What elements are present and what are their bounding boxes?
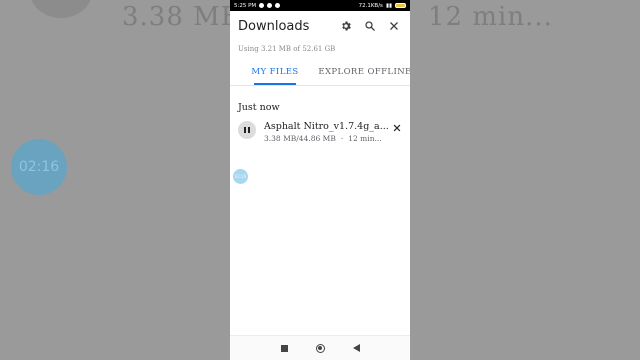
navigation-bar (230, 335, 410, 360)
close-icon (390, 22, 398, 30)
tab-my-files[interactable]: MY FILES (230, 59, 320, 85)
background-eta-text: 12 min... (428, 2, 553, 32)
notification-icon (267, 3, 273, 8)
status-bar: 5:25 PM 72.1KB/s ▮▮ (230, 0, 410, 11)
download-eta: 12 min... (348, 134, 382, 143)
search-button[interactable] (360, 16, 380, 36)
tab-label: EXPLORE OFFLINE (318, 67, 410, 77)
recents-button[interactable] (280, 344, 288, 352)
cancel-download-button[interactable] (390, 121, 404, 135)
section-header: Just now (238, 102, 280, 113)
search-icon (365, 21, 375, 31)
phone-screen: 5:25 PM 72.1KB/s ▮▮ Downloads Using 3.21… (230, 0, 410, 360)
network-speed: 72.1KB/s (358, 2, 383, 9)
floating-timer-bubble[interactable]: 02:16 (233, 169, 248, 184)
tab-bar: MY FILES EXPLORE OFFLINE (230, 59, 410, 86)
close-icon (393, 124, 401, 132)
download-size: 3.38 MB/44.86 MB (264, 134, 336, 143)
settings-button[interactable] (336, 16, 356, 36)
status-time: 5:25 PM (234, 2, 257, 9)
background-timer: 02:16 (11, 139, 67, 195)
pause-button[interactable] (238, 121, 256, 139)
download-progress: 3.38 MB/44.86 MB · 12 min... (264, 134, 390, 143)
background-size-text: 3.38 MB (122, 2, 241, 32)
gear-icon (342, 21, 351, 31)
download-item[interactable]: Asphalt Nitro_v1.7.4g_a... 3.38 MB/44.86… (230, 114, 410, 143)
separator: · (340, 134, 344, 143)
download-file-name: Asphalt Nitro_v1.7.4g_a... (264, 121, 389, 132)
page-title: Downloads (238, 18, 310, 34)
background-circle (30, 0, 92, 18)
pause-icon (243, 127, 251, 133)
battery-icon (395, 3, 406, 8)
notification-icon (259, 3, 265, 8)
storage-usage: Using 3.21 MB of 52.61 GB (238, 45, 336, 53)
back-button[interactable] (352, 344, 360, 352)
tab-indicator (254, 83, 296, 85)
close-button[interactable] (384, 16, 404, 36)
tab-explore-offline[interactable]: EXPLORE OFFLINE (318, 59, 410, 85)
tab-label: MY FILES (251, 67, 299, 77)
home-button[interactable] (315, 343, 325, 353)
notification-icon (275, 3, 281, 8)
app-bar: Downloads (230, 11, 410, 41)
signal-icon: ▮▮ (385, 2, 392, 9)
